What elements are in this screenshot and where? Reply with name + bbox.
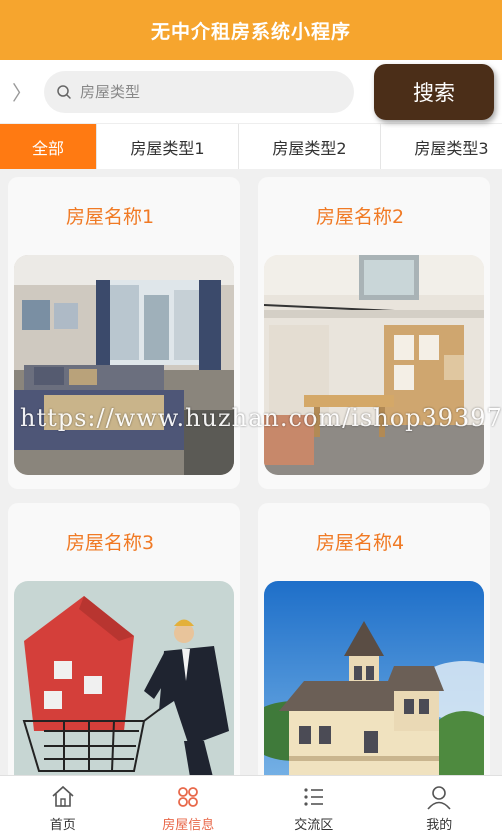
house-card[interactable]: 房屋名称3 (8, 503, 240, 815)
nav-forum[interactable]: 交流区 (251, 776, 377, 840)
nav-home[interactable]: 首页 (0, 776, 126, 840)
bottom-nav: 首页 房屋信息 交流区 我的 (0, 775, 502, 840)
house-name: 房屋名称2 (316, 205, 405, 228)
search-bar: 〉 搜索 (0, 60, 502, 123)
house-name: 房屋名称3 (66, 531, 155, 554)
tab-type-3[interactable]: 房屋类型3 (381, 124, 502, 169)
house-card[interactable]: 房屋名称2 (258, 177, 490, 489)
house-name: 房屋名称1 (66, 205, 155, 228)
category-tabs: 全部 房屋类型1 房屋类型2 房屋类型3 (0, 123, 502, 169)
nav-house-info[interactable]: 房屋信息 (126, 776, 252, 840)
loft-photo[interactable] (264, 255, 484, 475)
tab-type-2[interactable]: 房屋类型2 (239, 124, 381, 169)
search-box[interactable] (44, 70, 354, 113)
chevron-right-icon[interactable]: 〉 (12, 77, 34, 106)
tab-type-1[interactable]: 房屋类型1 (97, 124, 239, 169)
list-icon (304, 787, 323, 806)
house-card[interactable]: 房屋名称1 (8, 177, 240, 489)
home-icon (52, 785, 74, 807)
bedroom-photo[interactable] (14, 255, 234, 475)
house-grid: 房屋名称1 房屋名称2 房屋名称3 房屋名称4 (0, 169, 502, 815)
house-card[interactable]: 房屋名称4 (258, 503, 490, 815)
app-title: 无中介租房系统小程序 (0, 0, 502, 60)
nav-mine[interactable]: 我的 (377, 776, 502, 840)
app-root: 无中介租房系统小程序 〉 搜索 全部 房屋类型1 房屋类型2 房屋类型3 房屋名… (0, 0, 502, 840)
nav-mine-label: 我的 (426, 817, 453, 833)
nav-home-label: 首页 (49, 817, 76, 833)
grid-icon (178, 786, 199, 807)
tab-all[interactable]: 全部 (0, 124, 97, 169)
user-icon (427, 785, 451, 810)
search-icon (57, 84, 71, 99)
nav-house-info-label: 房屋信息 (162, 817, 215, 833)
victorian-house-photo[interactable] (264, 581, 484, 801)
house-cart-illustration[interactable] (14, 581, 234, 801)
house-name: 房屋名称4 (316, 531, 405, 554)
search-input[interactable] (80, 82, 300, 101)
search-button[interactable]: 搜索 (374, 63, 494, 120)
nav-forum-label: 交流区 (294, 817, 334, 833)
